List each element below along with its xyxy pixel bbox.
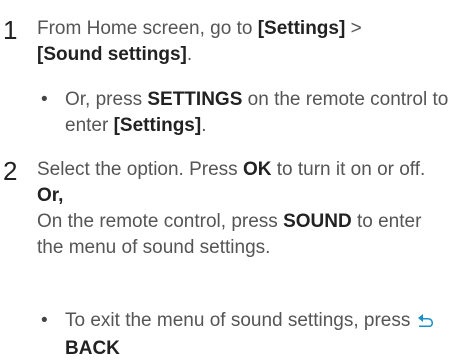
step-number: 1 [3, 15, 18, 45]
step-number: 2 [3, 156, 18, 186]
step-1-bullet-text: Or, press SETTINGS on the remote control… [65, 87, 455, 139]
step-1-suffix: . [186, 44, 193, 65]
settings-label: [Settings] [257, 18, 346, 39]
step-2-bullet-text: To exit the menu of sound settings, pres… [65, 308, 455, 362]
back-key: BACK [65, 338, 120, 359]
step-1-text-before: From Home screen, go to [37, 18, 258, 39]
settings-label: [Settings] [113, 115, 202, 136]
ok-key: OK [242, 159, 272, 180]
bullet-text-before: To exit the menu of sound settings, pres… [65, 310, 416, 331]
bullet-text-before: Or, press [65, 89, 148, 110]
step-1-text: From Home screen, go to [Settings] > [So… [37, 16, 452, 68]
bullet-suffix: . [201, 115, 207, 136]
or-label: Or, [37, 185, 64, 206]
back-arrow-icon [416, 310, 434, 336]
step-2-text: Select the option. Press OK to turn it o… [37, 157, 452, 261]
sound-settings-label: [Sound settings] [37, 44, 187, 65]
menu-separator: > [345, 18, 362, 39]
sound-key: SOUND [283, 211, 352, 232]
bullet-dot: • [41, 310, 48, 331]
alt-text-before: On the remote control, press [37, 211, 284, 232]
step-2-text-before: Select the option. Press [37, 159, 243, 180]
bullet-dot: • [41, 89, 48, 110]
step-2-text-after: to turn it on or off. [271, 159, 426, 180]
settings-key: SETTINGS [147, 89, 243, 110]
